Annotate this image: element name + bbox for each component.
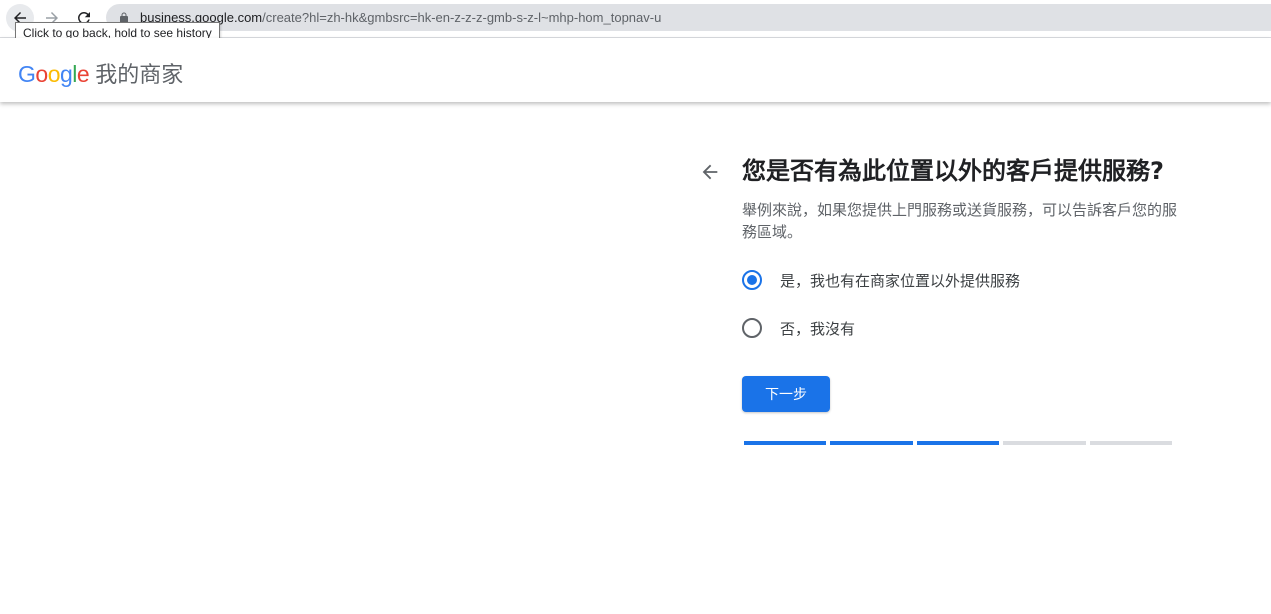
- progress-segment: [830, 441, 913, 445]
- app-header: Google 我的商家: [0, 38, 1271, 102]
- radio-button[interactable]: [742, 318, 762, 338]
- page-title: 您是否有為此位置以外的客戶提供服務?: [742, 157, 1164, 185]
- option-yes[interactable]: 是，我也有在商家位置以外提供服務: [740, 268, 1020, 292]
- progress-segment: [1089, 441, 1173, 445]
- back-button[interactable]: [699, 161, 721, 183]
- arrow-left-icon: [702, 164, 718, 180]
- radio-button[interactable]: [742, 270, 762, 290]
- progress-segment: [1003, 441, 1086, 445]
- progress-segment: [744, 441, 827, 445]
- progress-bar: [744, 441, 1173, 445]
- logo-letter: e: [76, 61, 90, 87]
- product-name: 我的商家: [95, 62, 184, 87]
- google-wordmark: Google: [18, 61, 90, 88]
- option-label: 否，我沒有: [780, 319, 856, 338]
- url-path: /create?hl=zh-hk&gmbsrc=hk-en-z-z-z-gmb-…: [262, 10, 662, 25]
- page-subtitle: 舉例來說，如果您提供上門服務或送貨服務，可以告訴客戶您的服務區域。: [742, 201, 1178, 241]
- next-button[interactable]: 下一步: [742, 376, 830, 412]
- address-bar[interactable]: business.google.com/create?hl=zh-hk&gmbs…: [106, 4, 1271, 31]
- logo-letter: G: [18, 61, 36, 87]
- browser-toolbar: business.google.com/create?hl=zh-hk&gmbs…: [0, 0, 1271, 45]
- logo-letter: g: [59, 61, 73, 87]
- option-no[interactable]: 否，我沒有: [740, 316, 855, 340]
- logo-letter: o: [35, 61, 48, 87]
- option-label: 是，我也有在商家位置以外提供服務: [780, 271, 1021, 290]
- logo-letter: o: [47, 61, 61, 87]
- google-my-business-logo[interactable]: Google 我的商家: [18, 57, 183, 89]
- progress-segment: [916, 441, 1000, 445]
